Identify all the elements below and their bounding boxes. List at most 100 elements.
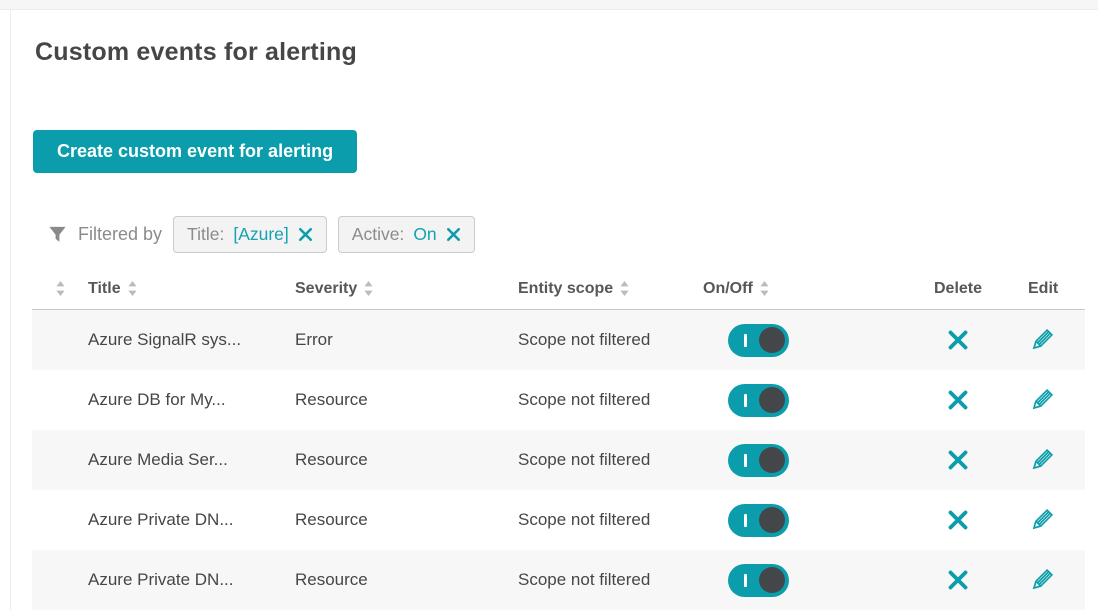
event-severity-cell: Resource: [295, 570, 518, 590]
edit-cell: [1028, 567, 1085, 594]
delete-x-icon: [946, 448, 970, 472]
edit-button[interactable]: [1028, 507, 1055, 534]
delete-button[interactable]: [946, 328, 970, 352]
toggle-on-mark: [744, 394, 747, 407]
filter-chip-value: On: [413, 224, 436, 245]
event-title-cell: Azure Private DN...: [88, 570, 295, 590]
column-header-select[interactable]: [32, 281, 88, 296]
toggle-knob: [759, 567, 785, 593]
column-label: Entity scope: [518, 280, 613, 298]
filter-chip-title[interactable]: Title: [Azure]: [173, 216, 327, 253]
toggle-on-mark: [744, 514, 747, 527]
event-title-cell: Azure SignalR sys...: [88, 330, 295, 350]
custom-events-table: Title Severity Entity scope On/Off Delet…: [32, 268, 1085, 610]
toggle-on-mark: [744, 574, 747, 587]
delete-cell: [888, 508, 1028, 532]
delete-x-icon: [946, 328, 970, 352]
delete-x-icon: [946, 568, 970, 592]
remove-filter-icon[interactable]: [298, 227, 313, 242]
edit-button[interactable]: [1028, 327, 1055, 354]
filter-bar: Filtered by Title: [Azure] Active: On: [48, 215, 475, 253]
table-row: Azure Media Ser... Resource Scope not fi…: [32, 430, 1085, 490]
onoff-cell: [703, 504, 888, 537]
table-row: Azure Private DN... Resource Scope not f…: [32, 490, 1085, 550]
delete-x-icon: [946, 388, 970, 412]
filter-chip-name: Active:: [352, 224, 405, 245]
event-entity-scope-cell: Scope not filtered: [518, 570, 703, 590]
table-body: Azure SignalR sys... Error Scope not fil…: [32, 310, 1085, 610]
edit-cell: [1028, 387, 1085, 414]
column-label: Delete: [934, 280, 982, 298]
panel-divider: [10, 10, 11, 610]
sort-icon: [56, 281, 65, 296]
column-label: Severity: [295, 280, 357, 298]
onoff-cell: [703, 564, 888, 597]
table-row: Azure SignalR sys... Error Scope not fil…: [32, 310, 1085, 370]
column-label: On/Off: [703, 280, 753, 298]
filter-funnel-icon: [48, 225, 67, 244]
remove-filter-icon[interactable]: [446, 227, 461, 242]
toggle-knob: [759, 507, 785, 533]
sort-icon: [364, 281, 373, 296]
event-severity-cell: Resource: [295, 450, 518, 470]
event-severity-cell: Error: [295, 330, 518, 350]
edit-pencil-icon: [1028, 507, 1055, 534]
event-entity-scope-cell: Scope not filtered: [518, 510, 703, 530]
filter-chip-active[interactable]: Active: On: [338, 216, 475, 253]
delete-button[interactable]: [946, 448, 970, 472]
edit-cell: [1028, 447, 1085, 474]
column-header-entity-scope[interactable]: Entity scope: [518, 280, 703, 298]
delete-cell: [888, 388, 1028, 412]
sort-icon: [760, 281, 769, 296]
delete-cell: [888, 448, 1028, 472]
edit-button[interactable]: [1028, 387, 1055, 414]
onoff-cell: [703, 444, 888, 477]
column-header-edit: Edit: [1028, 280, 1085, 298]
onoff-cell: [703, 384, 888, 417]
delete-button[interactable]: [946, 508, 970, 532]
onoff-cell: [703, 324, 888, 357]
edit-button[interactable]: [1028, 447, 1055, 474]
table-row: Azure Private DN... Resource Scope not f…: [32, 550, 1085, 610]
filtered-by-label: Filtered by: [78, 224, 162, 245]
edit-button[interactable]: [1028, 567, 1055, 594]
delete-button[interactable]: [946, 568, 970, 592]
column-header-onoff[interactable]: On/Off: [703, 280, 888, 298]
toggle-on-mark: [744, 334, 747, 347]
delete-x-icon: [946, 508, 970, 532]
column-header-title[interactable]: Title: [88, 280, 295, 298]
event-title-cell: Azure DB for My...: [88, 390, 295, 410]
onoff-toggle[interactable]: [728, 564, 789, 597]
event-severity-cell: Resource: [295, 390, 518, 410]
onoff-toggle[interactable]: [728, 504, 789, 537]
column-label: Edit: [1028, 280, 1058, 298]
onoff-toggle[interactable]: [728, 384, 789, 417]
event-entity-scope-cell: Scope not filtered: [518, 450, 703, 470]
event-title-cell: Azure Private DN...: [88, 510, 295, 530]
event-title-cell: Azure Media Ser...: [88, 450, 295, 470]
column-header-severity[interactable]: Severity: [295, 280, 518, 298]
filter-chip-value: [Azure]: [233, 224, 288, 245]
onoff-toggle[interactable]: [728, 444, 789, 477]
create-custom-event-button[interactable]: Create custom event for alerting: [33, 130, 357, 173]
edit-cell: [1028, 507, 1085, 534]
event-entity-scope-cell: Scope not filtered: [518, 390, 703, 410]
edit-pencil-icon: [1028, 447, 1055, 474]
edit-cell: [1028, 327, 1085, 354]
onoff-toggle[interactable]: [728, 324, 789, 357]
sort-icon: [620, 281, 629, 296]
event-entity-scope-cell: Scope not filtered: [518, 330, 703, 350]
edit-pencil-icon: [1028, 327, 1055, 354]
column-label: Title: [88, 280, 121, 298]
toggle-knob: [759, 387, 785, 413]
edit-pencil-icon: [1028, 387, 1055, 414]
toggle-on-mark: [744, 454, 747, 467]
page-title: Custom events for alerting: [35, 38, 357, 67]
edit-pencil-icon: [1028, 567, 1055, 594]
column-header-delete: Delete: [888, 280, 1028, 298]
event-severity-cell: Resource: [295, 510, 518, 530]
toggle-knob: [759, 447, 785, 473]
delete-button[interactable]: [946, 388, 970, 412]
toggle-knob: [759, 327, 785, 353]
table-header-row: Title Severity Entity scope On/Off Delet…: [32, 268, 1085, 310]
